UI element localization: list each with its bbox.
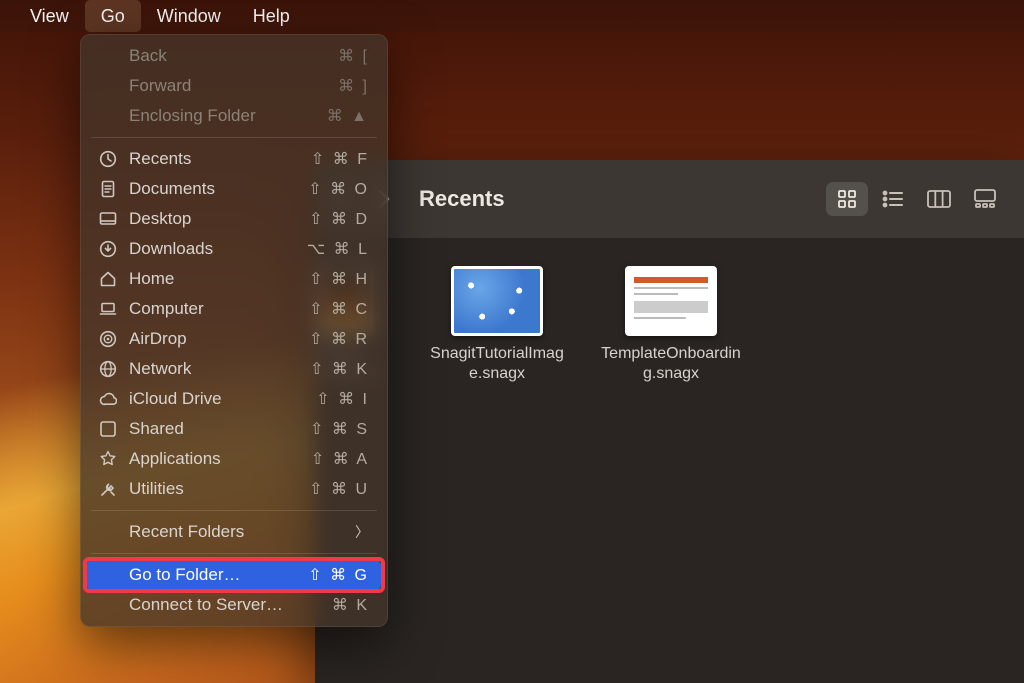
menubar-go[interactable]: Go bbox=[85, 0, 141, 32]
menu-network[interactable]: Network⇧ ⌘ K bbox=[87, 354, 381, 384]
menu-home[interactable]: Home⇧ ⌘ H bbox=[87, 264, 381, 294]
menu-separator bbox=[91, 510, 377, 511]
menubar-help[interactable]: Help bbox=[237, 0, 306, 32]
utilities-icon bbox=[97, 480, 119, 498]
applications-icon bbox=[97, 450, 119, 468]
menu-forward: Forward⌘ ] bbox=[87, 71, 381, 101]
chevron-right-icon: 〉 bbox=[355, 522, 369, 542]
view-list-button[interactable] bbox=[872, 182, 914, 216]
menu-airdrop[interactable]: AirDrop⇧ ⌘ R bbox=[87, 324, 381, 354]
menubar-view[interactable]: View bbox=[14, 0, 85, 32]
menubar: View Go Window Help bbox=[0, 0, 1024, 32]
menu-recents[interactable]: Recents⇧ ⌘ F bbox=[87, 144, 381, 174]
document-icon bbox=[97, 180, 119, 198]
menu-enclosing-folder: Enclosing Folder⌘ ▲ bbox=[87, 101, 381, 131]
menu-shared[interactable]: Shared⇧ ⌘ S bbox=[87, 414, 381, 444]
menu-utilities[interactable]: Utilities⇧ ⌘ U bbox=[87, 474, 381, 504]
menu-computer[interactable]: Computer⇧ ⌘ C bbox=[87, 294, 381, 324]
menu-downloads[interactable]: Downloads⌥ ⌘ L bbox=[87, 234, 381, 264]
menu-recent-folders[interactable]: Recent Folders 〉 bbox=[87, 517, 381, 547]
menu-separator bbox=[91, 553, 377, 554]
menu-back: Back⌘ [ bbox=[87, 41, 381, 71]
menubar-window[interactable]: Window bbox=[141, 0, 237, 32]
menu-documents[interactable]: Documents⇧ ⌘ O bbox=[87, 174, 381, 204]
airdrop-icon bbox=[97, 330, 119, 348]
shared-icon bbox=[97, 420, 119, 438]
network-icon bbox=[97, 360, 119, 378]
menu-separator bbox=[91, 137, 377, 138]
cloud-icon bbox=[97, 390, 119, 408]
view-icon-button[interactable] bbox=[826, 182, 868, 216]
menu-go-to-folder[interactable]: Go to Folder…⇧ ⌘ G bbox=[87, 560, 381, 590]
desktop-icon bbox=[97, 210, 119, 228]
go-menu: Back⌘ [ Forward⌘ ] Enclosing Folder⌘ ▲ R… bbox=[80, 34, 388, 627]
home-icon bbox=[97, 270, 119, 288]
menu-icloud-drive[interactable]: iCloud Drive⇧ ⌘ I bbox=[87, 384, 381, 414]
file-item[interactable]: SnagitTutorialImage.snagx bbox=[427, 266, 567, 384]
laptop-icon bbox=[97, 300, 119, 318]
file-item[interactable]: TemplateOnboarding.snagx bbox=[601, 266, 741, 384]
file-name: TemplateOnboarding.snagx bbox=[601, 344, 741, 384]
finder-files: anShot …9.48@2x SnagitTutorialImage.snag… bbox=[315, 238, 1024, 683]
download-icon bbox=[97, 240, 119, 258]
finder-title: Recents bbox=[419, 186, 814, 212]
finder-window: Recents bbox=[315, 160, 1024, 683]
menu-applications[interactable]: Applications⇧ ⌘ A bbox=[87, 444, 381, 474]
menu-desktop[interactable]: Desktop⇧ ⌘ D bbox=[87, 204, 381, 234]
view-column-button[interactable] bbox=[918, 182, 960, 216]
finder-toolbar: Recents bbox=[315, 160, 1024, 239]
file-thumbnail bbox=[625, 266, 717, 336]
file-thumbnail bbox=[451, 266, 543, 336]
clock-icon bbox=[97, 150, 119, 168]
menu-connect-to-server[interactable]: Connect to Server…⌘ K bbox=[87, 590, 381, 620]
file-name: SnagitTutorialImage.snagx bbox=[427, 344, 567, 384]
view-gallery-button[interactable] bbox=[964, 182, 1006, 216]
view-mode-toggle bbox=[826, 182, 1006, 216]
